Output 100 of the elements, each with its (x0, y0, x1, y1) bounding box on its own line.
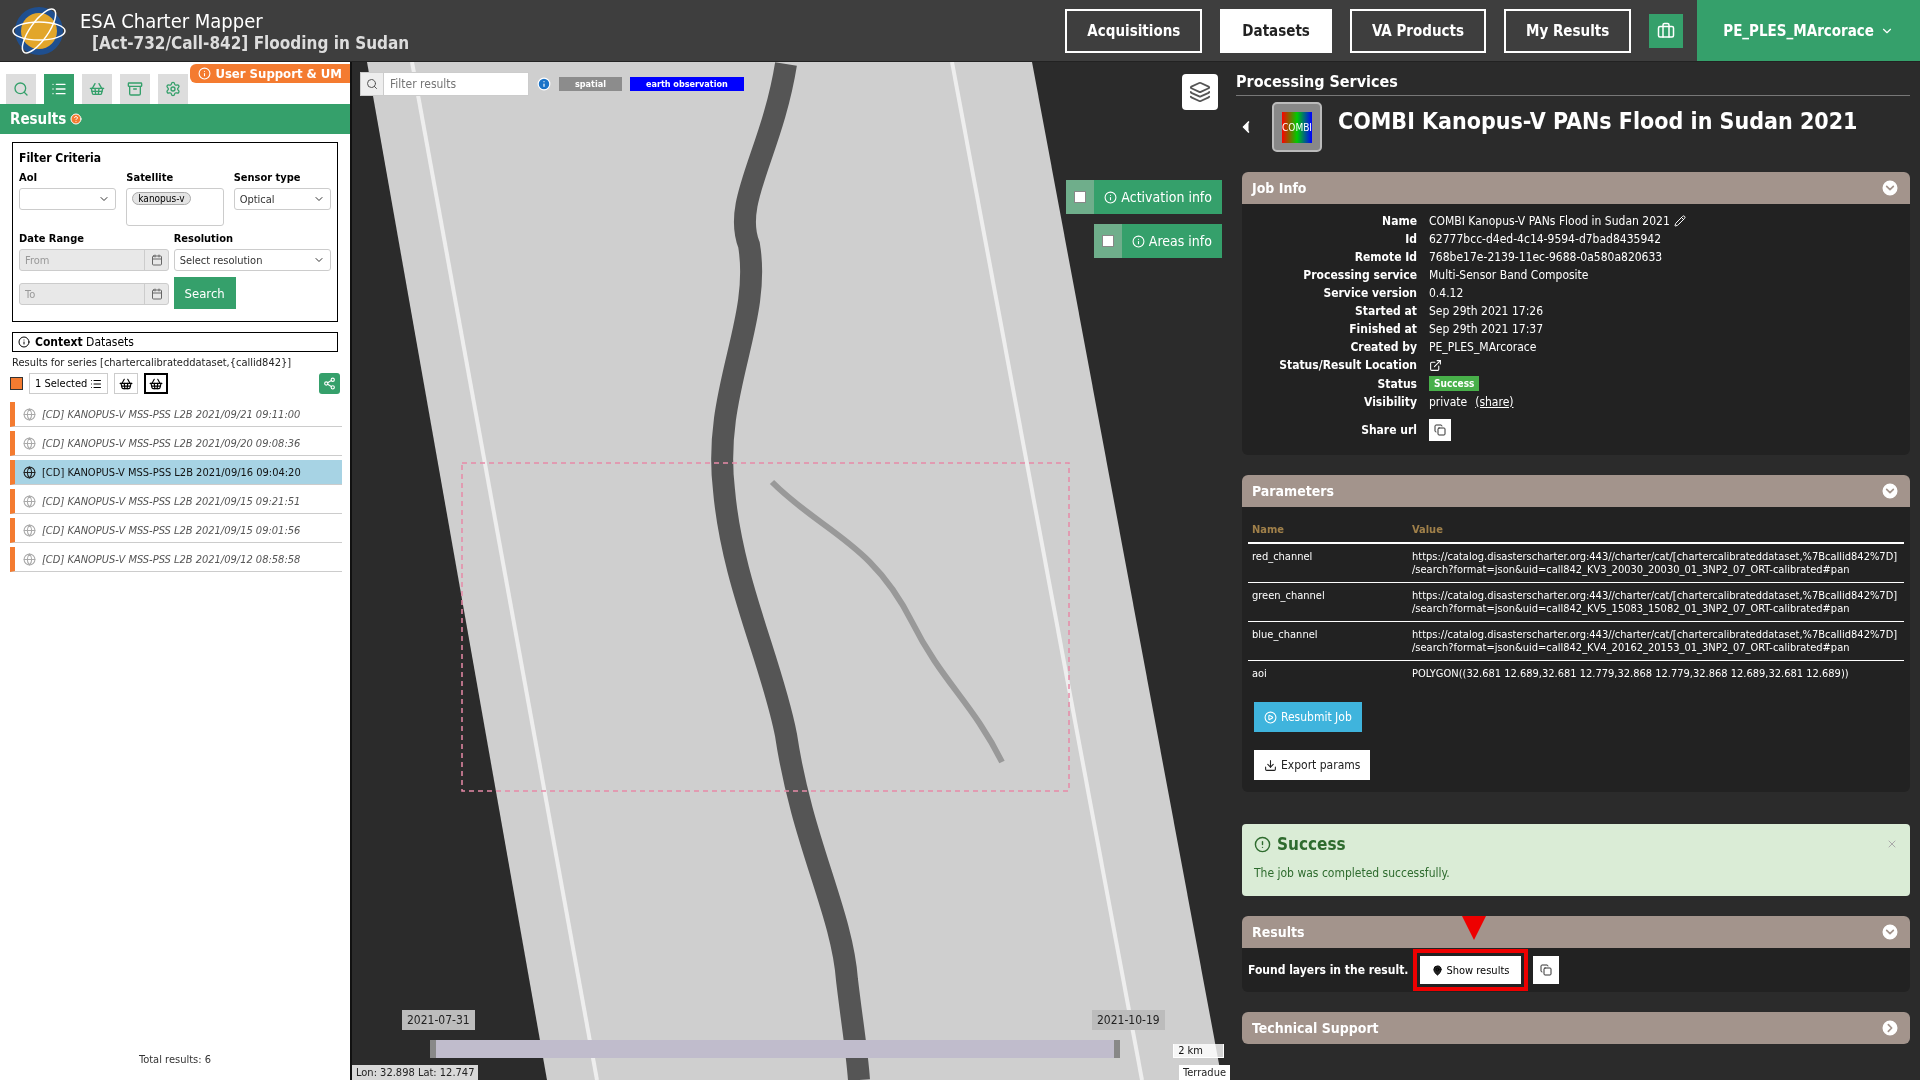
calendar-icon[interactable] (150, 288, 163, 300)
nav-tab[interactable]: Datasets (1220, 8, 1332, 53)
field-label: Status/Result Location (1278, 358, 1417, 372)
copy-icon (1434, 424, 1446, 436)
help-icon[interactable] (70, 113, 83, 125)
list-icon (90, 377, 103, 390)
table-cell: POLYGON((32.681 12.689,32.681 12.779,32.868 12.779,32.868 12.689,32.681 12.689)) (1408, 660, 1904, 686)
calendar-icon[interactable] (150, 254, 163, 266)
layers-button[interactable] (1182, 74, 1218, 110)
share-link[interactable]: (share) (1475, 395, 1514, 409)
field-label: Started at (1354, 304, 1417, 318)
table-cell: green_channel (1248, 582, 1408, 622)
field-label: Status (1376, 376, 1417, 391)
sidebar-tab[interactable] (120, 74, 150, 104)
filter-title: Filter Criteria (19, 151, 103, 165)
export-button[interactable]: Export params (1254, 750, 1371, 780)
status-badge: Success (1429, 376, 1480, 391)
coordinates-readout: Lon: 32.898 Lat: 12.747 (352, 1065, 479, 1080)
checkbox[interactable] (1074, 191, 1087, 203)
info-icon[interactable] (537, 77, 551, 91)
card-title: Parameters (1252, 483, 1334, 499)
search-icon (366, 78, 378, 90)
result-item[interactable]: [CD] KANOPUS-V MSS-PSS L2B 2021/09/15 09:21:51 (10, 489, 342, 514)
table-cell: https://catalog.disasterscharter.org:443//charter/cat/[chartercalibrateddataset,%7Bcallid842%7D] /search?format=json&uid=call842_KV4_20162_20153_01_3NP2_07_ORT-calibrated#pan (1408, 621, 1904, 661)
scale-bar: 2 km (1173, 1044, 1224, 1058)
search-button[interactable] (360, 72, 384, 96)
share-button[interactable] (319, 373, 340, 394)
chevron-down-icon[interactable] (1880, 178, 1900, 198)
chevron-down-icon[interactable] (1880, 481, 1900, 501)
info-icon (198, 67, 212, 80)
field-label: Sensor type (233, 171, 301, 184)
share-icon (323, 377, 336, 390)
sensor-select[interactable]: Optical (233, 188, 331, 210)
search-icon (13, 81, 29, 97)
info-icon (1131, 234, 1145, 248)
copy-button[interactable] (1533, 956, 1560, 984)
map-attribution: Terradue (1179, 1065, 1230, 1080)
selection-button[interactable]: 1 Selected (29, 373, 109, 394)
select-all-checkbox[interactable] (10, 377, 23, 390)
globe-icon (23, 494, 36, 508)
play-icon (1264, 710, 1277, 724)
add-to-basket-button[interactable] (144, 373, 169, 394)
sidebar-tab[interactable] (44, 74, 74, 104)
table-cell: https://catalog.disasterscharter.org:443//charter/cat/[chartercalibrateddataset,%7Bcallid842%7D] /search?format=json&uid=call842_KV5_15083_15082_01_3NP2_07_ORT-calibrated#pan (1408, 582, 1904, 622)
basket-icon (89, 81, 105, 97)
globe-icon (23, 552, 36, 566)
result-item[interactable]: [CD] KANOPUS-V MSS-PSS L2B 2021/09/21 09:11:00 (10, 402, 342, 427)
item-label: [CD] KANOPUS-V MSS-PSS L2B 2021/09/16 09:04:20 (42, 465, 301, 479)
checkbox[interactable] (1101, 235, 1114, 247)
nav-tab[interactable]: My Results (1504, 8, 1632, 53)
satellite-tag[interactable]: kanopus-v (132, 192, 191, 205)
field-label: Share url (1360, 423, 1417, 437)
globe-icon (23, 436, 36, 450)
globe-icon (23, 465, 36, 479)
field-value: 62777bcc-d4ed-4c14-9594-d7bad8435942 (1429, 232, 1662, 246)
field-label: Satellite (126, 171, 174, 184)
close-icon (1886, 838, 1898, 850)
field-value: private (1429, 395, 1468, 409)
archive-icon (127, 81, 143, 97)
satellite-field[interactable]: kanopus-v (126, 188, 224, 226)
nav-tab[interactable]: Acquisitions (1065, 8, 1203, 53)
globe-icon (23, 523, 36, 537)
field-value: Multi-Sensor Band Composite (1429, 268, 1590, 282)
map-pin-icon (1432, 964, 1444, 976)
item-label: [CD] KANOPUS-V MSS-PSS L2B 2021/09/20 09:08:36 (42, 436, 301, 450)
column-header: Value (1408, 517, 1904, 543)
timeline-end-label: 2021-10-19 (1092, 1010, 1165, 1030)
sidebar-tab[interactable] (82, 74, 112, 104)
item-label: [CD] KANOPUS-V MSS-PSS L2B 2021/09/15 09:21:51 (42, 494, 301, 508)
sidebar-tab[interactable] (158, 74, 188, 104)
field-label: Created by (1349, 340, 1417, 354)
pencil-icon[interactable] (1673, 215, 1686, 227)
nav-tab[interactable]: VA Products (1349, 8, 1486, 53)
sidebar-tab[interactable] (6, 74, 36, 104)
globe-icon (23, 407, 36, 421)
panel-title: Processing Services (1236, 72, 1910, 96)
field-label: Service version (1322, 286, 1417, 300)
result-item[interactable]: [CD] KANOPUS-V MSS-PSS L2B 2021/09/15 09:01:56 (10, 518, 342, 543)
external-link-icon[interactable] (1429, 358, 1442, 372)
briefcase-button[interactable] (1649, 13, 1684, 48)
close-button[interactable] (1886, 838, 1898, 850)
card-title: Technical Support (1252, 1020, 1379, 1036)
basket-icon (149, 376, 164, 391)
result-item[interactable]: [CD] KANOPUS-V MSS-PSS L2B 2021/09/16 09:04:20 (10, 460, 342, 485)
filter-tag[interactable]: earth observation (629, 77, 744, 91)
table-cell: blue_channel (1248, 621, 1408, 661)
result-item[interactable]: [CD] KANOPUS-V MSS-PSS L2B 2021/09/20 09:08:36 (10, 431, 342, 456)
filter-results-field[interactable]: Filter results (384, 72, 529, 96)
series-text: Results for series [chartercalibrateddataset,{callid842}] (12, 356, 293, 369)
resolution-select[interactable]: Select resolution (173, 249, 331, 271)
alert-message: The job was completed successfully. (1254, 866, 1451, 880)
column-header: Name (1248, 517, 1408, 543)
field-label: Processing service (1302, 268, 1417, 282)
table-cell: https://catalog.disasterscharter.org:443//charter/cat/[chartercalibrateddataset,%7Bcallid842%7D] /search?format=json&uid=call842_KV3_20030_20030_01_3NP2_07_ORT-calibrated#pan (1408, 543, 1904, 583)
result-item[interactable]: [CD] KANOPUS-V MSS-PSS L2B 2021/09/12 08:58:58 (10, 547, 342, 572)
chevron-down-icon[interactable] (1880, 922, 1900, 942)
job-title: COMBI Kanopus-V PANs Flood in Sudan 2021 (1338, 108, 1858, 134)
results-text: Found layers in the result. (1248, 963, 1409, 977)
field-label: Remote Id (1353, 250, 1417, 264)
chevron-right-icon[interactable] (1880, 1018, 1900, 1038)
